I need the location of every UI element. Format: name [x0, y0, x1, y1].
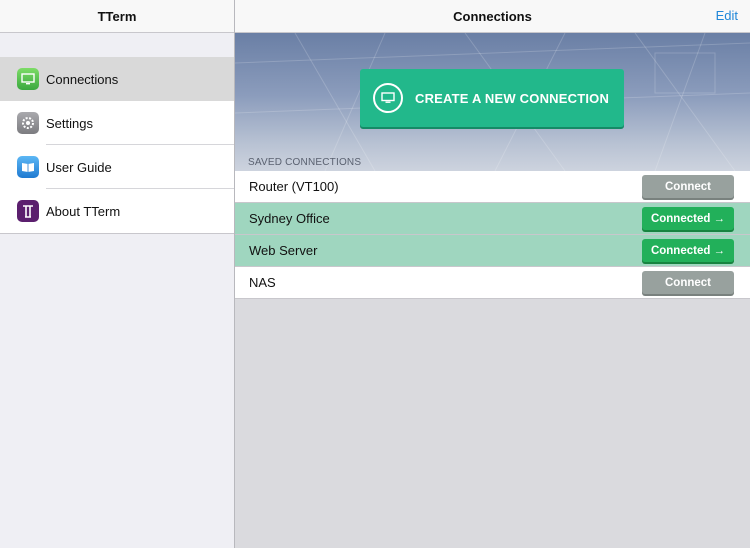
- main-panel: Connections Edit CREATE A NEW CONNECTION: [235, 0, 750, 548]
- sidebar-item-label: Settings: [46, 115, 93, 131]
- connection-name: Web Server: [249, 243, 318, 258]
- connection-row[interactable]: Web Server Connected →: [235, 235, 750, 267]
- sidebar-item-connections[interactable]: Connections: [0, 57, 234, 101]
- sidebar-title: TTerm: [0, 0, 234, 33]
- monitor-icon: [373, 83, 403, 113]
- sidebar-item-label: About TTerm: [46, 203, 121, 219]
- sidebar: TTerm Connections Settings User Guide Ab…: [0, 0, 235, 548]
- connection-row[interactable]: Sydney Office Connected →: [235, 203, 750, 235]
- connect-button[interactable]: Connect: [642, 271, 734, 294]
- connections-list: Router (VT100) Connect Sydney Office Con…: [235, 171, 750, 299]
- sidebar-item-user-guide[interactable]: User Guide: [0, 145, 234, 189]
- connection-name: Sydney Office: [249, 211, 330, 226]
- page-title: Connections: [453, 8, 532, 24]
- tterm-logo-icon: [17, 200, 39, 222]
- connected-button[interactable]: Connected →: [642, 207, 734, 230]
- monitor-icon: [17, 68, 39, 90]
- sidebar-item-about[interactable]: About TTerm: [0, 189, 234, 233]
- sidebar-item-label: User Guide: [46, 159, 112, 175]
- connect-button[interactable]: Connect: [642, 175, 734, 198]
- gear-icon: [17, 112, 39, 134]
- sidebar-item-settings[interactable]: Settings: [0, 101, 234, 145]
- sidebar-item-label: Connections: [46, 71, 119, 87]
- connection-row[interactable]: Router (VT100) Connect: [235, 171, 750, 203]
- create-new-connection-button[interactable]: CREATE A NEW CONNECTION: [360, 69, 624, 127]
- connection-name: NAS: [249, 275, 276, 290]
- saved-connections-header: SAVED CONNECTIONS: [248, 157, 362, 168]
- create-button-label: CREATE A NEW CONNECTION: [415, 90, 610, 106]
- connected-button[interactable]: Connected →: [642, 239, 734, 262]
- sidebar-list: Connections Settings User Guide About TT…: [0, 57, 234, 234]
- edit-button[interactable]: Edit: [716, 0, 738, 32]
- hero-banner: CREATE A NEW CONNECTION: [235, 33, 750, 171]
- book-icon: [17, 156, 39, 178]
- main-header: Connections Edit: [235, 0, 750, 33]
- connection-name: Router (VT100): [249, 179, 339, 194]
- connection-row[interactable]: NAS Connect: [235, 267, 750, 299]
